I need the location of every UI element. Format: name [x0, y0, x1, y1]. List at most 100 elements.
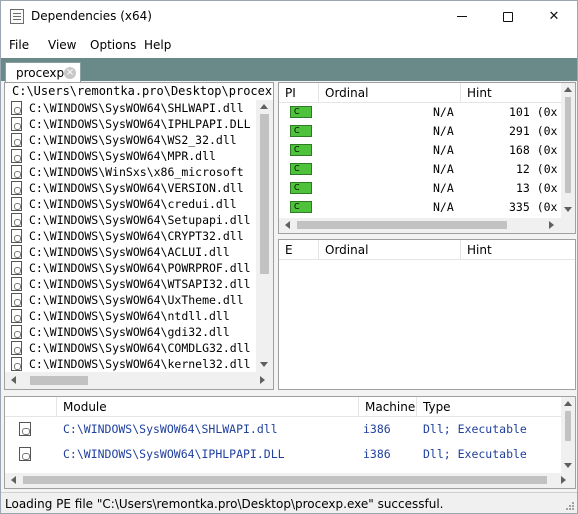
import-hint: 101 (0x [509, 105, 558, 119]
import-row[interactable]: C N/A 335 (0x [279, 198, 561, 217]
module-row[interactable]: C:\WINDOWS\SysWOW64\IPHLPAPI.DLL i386 Dl… [5, 442, 561, 467]
scroll-right-icon[interactable] [549, 221, 554, 229]
minimize-button[interactable] [439, 1, 485, 32]
import-c-function-icon: C [290, 201, 312, 213]
exports-panel[interactable]: E Ordinal Hint [278, 239, 576, 390]
tree-item[interactable]: C:\WINDOWS\SysWOW64\WTSAPI32.dll [5, 276, 265, 292]
scroll-left-icon[interactable] [11, 376, 16, 384]
import-row[interactable]: C N/A 101 (0x [279, 103, 561, 122]
scroll-down-icon[interactable] [260, 362, 268, 367]
scroll-thumb[interactable] [30, 376, 88, 385]
imports-header-pi[interactable]: PI [279, 83, 319, 103]
import-hint: 13 (0x [516, 181, 558, 195]
modules-header-machine[interactable]: Machine [359, 397, 417, 417]
modules-header-module[interactable]: Module [57, 397, 359, 417]
tree-vertical-scrollbar[interactable] [256, 100, 273, 372]
tree-item-label: C:\WINDOWS\SysWOW64\COMDLG32.dll [29, 341, 251, 355]
tree-item[interactable]: C:\WINDOWS\SysWOW64\CRYPT32.dll [5, 228, 265, 244]
import-row[interactable]: C N/A 168 (0x [279, 141, 561, 160]
imports-horizontal-scrollbar[interactable] [279, 218, 575, 233]
tree-item[interactable]: C:\WINDOWS\SysWOW64\COMDLG32.dll [5, 340, 265, 356]
exports-header-hint[interactable]: Hint [461, 240, 575, 260]
scroll-down-icon[interactable] [564, 207, 572, 212]
tree-horizontal-scrollbar[interactable] [5, 372, 273, 389]
menu-view[interactable]: View [48, 38, 76, 52]
tree-item[interactable]: C:\WINDOWS\SysWOW64\kernel32.dll [5, 356, 265, 372]
scroll-up-icon[interactable] [260, 104, 268, 109]
imports-header: PI Ordinal Hint [279, 83, 561, 103]
menu-file[interactable]: File [9, 38, 29, 52]
modules-panel[interactable]: Module Machine Type C:\WINDOWS\SysWOW64\… [4, 396, 576, 489]
exports-header-ordinal[interactable]: Ordinal [319, 240, 461, 260]
import-c-function-icon: C [290, 106, 312, 118]
tree-item[interactable]: C:\WINDOWS\SysWOW64\POWRPROF.dll [5, 260, 265, 276]
close-button[interactable]: ✕ [531, 1, 577, 32]
scroll-thumb[interactable] [23, 476, 547, 484]
tree-item[interactable]: C:\WINDOWS\WinSxs\x86_microsoft [5, 164, 265, 180]
import-row[interactable]: C N/A 291 (0x [279, 122, 561, 141]
menu-bar: File View Options Help [1, 32, 577, 58]
scroll-right-icon[interactable] [260, 376, 265, 384]
module-machine: i386 [363, 422, 391, 436]
scroll-down-icon[interactable] [564, 463, 572, 468]
tree-item[interactable]: C:\WINDOWS\SysWOW64\UxTheme.dll [5, 292, 265, 308]
tree-item[interactable]: C:\WINDOWS\SysWOW64\SHLWAPI.dll [5, 100, 265, 116]
module-row[interactable]: C:\WINDOWS\SysWOW64\SHLWAPI.dll i386 Dll… [5, 417, 561, 442]
menu-options[interactable]: Options [90, 38, 136, 52]
tree-item[interactable]: C:\WINDOWS\SysWOW64\gdi32.dll [5, 324, 265, 340]
tab-procexp[interactable]: procexp × [5, 62, 81, 82]
imports-vertical-scrollbar[interactable] [561, 83, 575, 218]
modules-header-icon[interactable] [5, 397, 57, 417]
import-ordinal: N/A [433, 143, 454, 157]
module-icon [11, 229, 22, 243]
import-hint: 168 (0x [509, 143, 558, 157]
module-icon [11, 325, 22, 339]
imports-header-hint[interactable]: Hint [461, 83, 561, 103]
exports-header-e[interactable]: E [279, 240, 319, 260]
module-icon [11, 357, 22, 371]
tree-item-label: C:\WINDOWS\SysWOW64\ACLUI.dll [29, 245, 230, 259]
scroll-left-icon[interactable] [11, 476, 16, 484]
tree-item-label: C:\WINDOWS\SysWOW64\CRYPT32.dll [29, 229, 244, 243]
tree-item[interactable]: C:\WINDOWS\SysWOW64\IPHLPAPI.DLL [5, 116, 265, 132]
tree-item[interactable]: C:\WINDOWS\SysWOW64\MPR.dll [5, 148, 265, 164]
maximize-button[interactable] [485, 1, 531, 32]
scroll-up-icon[interactable] [564, 401, 572, 406]
tree-item-label: C:\WINDOWS\SysWOW64\SHLWAPI.dll [29, 101, 244, 115]
tree-item[interactable]: C:\WINDOWS\SysWOW64\Setupapi.dll [5, 212, 265, 228]
import-row[interactable]: C N/A 12 (0x [279, 160, 561, 179]
import-c-function-icon: C [290, 144, 312, 156]
scroll-left-icon[interactable] [285, 221, 290, 229]
window-title: Dependencies (x64) [31, 9, 152, 23]
app-icon [10, 9, 24, 24]
scroll-up-icon[interactable] [564, 87, 572, 92]
scroll-thumb[interactable] [565, 97, 571, 193]
tree-root[interactable]: C:\Users\remontka.pro\Desktop\procexp.ex… [12, 84, 273, 98]
scroll-thumb[interactable] [297, 221, 507, 229]
tree-item[interactable]: C:\WINDOWS\SysWOW64\credui.dll [5, 196, 265, 212]
tree-item[interactable]: C:\WINDOWS\SysWOW64\ntdll.dll [5, 308, 265, 324]
import-ordinal: N/A [433, 124, 454, 138]
scroll-right-icon[interactable] [561, 476, 566, 484]
resize-grip-icon[interactable] [565, 501, 575, 511]
modules-header-type[interactable]: Type [417, 397, 561, 417]
dependency-tree[interactable]: C:\Users\remontka.pro\Desktop\procexp.ex… [4, 82, 274, 390]
tree-item[interactable]: C:\WINDOWS\SysWOW64\VERSION.dll [5, 180, 265, 196]
tree-item-label: C:\WINDOWS\SysWOW64\gdi32.dll [29, 325, 230, 339]
imports-header-ordinal[interactable]: Ordinal [319, 83, 461, 103]
modules-vertical-scrollbar[interactable] [561, 397, 575, 473]
scroll-thumb[interactable] [565, 411, 571, 441]
tab-close-icon[interactable]: × [64, 67, 76, 79]
menu-help[interactable]: Help [144, 38, 171, 52]
scroll-thumb[interactable] [260, 114, 269, 274]
modules-horizontal-scrollbar[interactable] [5, 473, 575, 488]
tree-item-label: C:\WINDOWS\SysWOW64\POWRPROF.dll [29, 261, 251, 275]
import-row[interactable]: C N/A 13 (0x [279, 179, 561, 198]
tree-item[interactable]: C:\WINDOWS\SysWOW64\WS2_32.dll [5, 132, 265, 148]
imports-panel[interactable]: PI Ordinal Hint C N/A 101 (0x C N/A 291 … [278, 82, 576, 234]
tree-item[interactable]: C:\WINDOWS\SysWOW64\ACLUI.dll [5, 244, 265, 260]
module-icon [11, 261, 22, 275]
tab-label: procexp [16, 66, 65, 80]
import-hint: 291 (0x [509, 124, 558, 138]
import-ordinal: N/A [433, 181, 454, 195]
